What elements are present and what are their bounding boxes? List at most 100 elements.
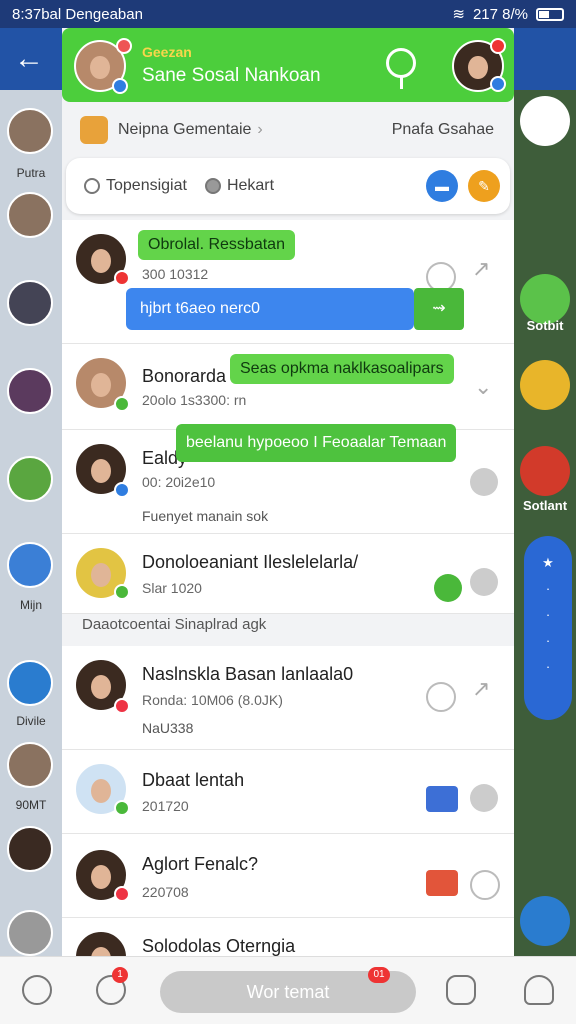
- header-subtitle: Geezan: [142, 44, 192, 60]
- toast-message: Seas opkma naklkasoalipars: [230, 354, 454, 384]
- chevron-right-icon: ›: [257, 121, 263, 138]
- battery-icon: [536, 7, 564, 21]
- tab-label: Hekart: [226, 177, 275, 194]
- bottom-navigation: 1 Wor temat 01: [0, 956, 576, 1024]
- edit-icon[interactable]: [470, 784, 498, 812]
- status-badge: [114, 396, 130, 412]
- apps-icon[interactable]: [446, 975, 476, 1005]
- chevron-down-icon[interactable]: ⌄: [474, 374, 492, 400]
- contact-name: Aglort Fenalc?: [142, 854, 259, 874]
- action-button[interactable]: ⇝: [414, 288, 464, 330]
- edit-icon[interactable]: ✎: [468, 170, 500, 202]
- contact-name: Dbaat lentah: [142, 770, 245, 790]
- list-item[interactable]: Naslnskla Basan lanlaala0 Ronda: 10M06 (…: [62, 646, 514, 750]
- notification-badge: 1: [112, 967, 128, 983]
- row-meta: Ronda: 10M06 (8.0JK): [142, 692, 283, 708]
- back-arrow-icon[interactable]: ←: [14, 42, 44, 76]
- row-extra: NaU338: [142, 720, 194, 736]
- contact-name: Donoloeaniant Ileslelelarla/: [142, 552, 359, 572]
- list-item[interactable]: Dbaat lentah 201720: [62, 750, 514, 834]
- list-item[interactable]: Solodolas Oterngia: [62, 918, 514, 960]
- status-bar: 8:37bal Dengeaban ≋ 217 8/%: [0, 0, 576, 28]
- row-meta: Slar 1020: [142, 580, 202, 596]
- compose-icon[interactable]: [520, 96, 570, 146]
- left-rail: Putra Mijn Divile 90MT: [0, 90, 62, 960]
- rail-app-icon[interactable]: [7, 660, 53, 706]
- helmet-icon: [80, 116, 108, 144]
- toolbox-icon[interactable]: [426, 870, 458, 896]
- rail-label: 90MT: [15, 798, 47, 812]
- subnav-right[interactable]: Pnafa Gsahae: [392, 121, 494, 139]
- refresh-icon[interactable]: [434, 574, 462, 602]
- subnav-left[interactable]: Neipna Gementaie: [118, 121, 251, 139]
- chat-panel: Geezan Sane Sosal Nankoan Neipna Gementa…: [62, 28, 514, 960]
- sub-navigation: Neipna Gementaie › Pnafa Gsahae: [62, 104, 514, 156]
- toast-message: beelanu hypoeoo I Feoaalar Temaan: [176, 424, 457, 462]
- row-meta: 220708: [142, 884, 189, 900]
- row-meta: 201720: [142, 798, 189, 814]
- clock-icon[interactable]: [470, 870, 500, 900]
- notification-badge: 01: [368, 967, 390, 983]
- contact-name: Solodolas Oterngia: [142, 936, 296, 956]
- signal-text: 217 8/%: [472, 5, 528, 23]
- edit-icon[interactable]: [470, 568, 498, 596]
- rail-label: Divile: [16, 714, 46, 728]
- rail-avatar[interactable]: [7, 826, 53, 872]
- right-rail: Sotbit Sotlant ★ · · · ·: [514, 90, 576, 960]
- status-badge: [114, 270, 130, 286]
- rail-avatar[interactable]: [7, 192, 53, 238]
- rail-app-icon[interactable]: [7, 542, 53, 588]
- rail-app-icon[interactable]: [7, 456, 53, 502]
- tab-label: Topensigiat: [106, 177, 187, 194]
- share-icon[interactable]: ↗: [472, 676, 490, 702]
- rr-label: Sotlant: [522, 498, 568, 513]
- radio-icon: [204, 178, 221, 194]
- rr-label: Sotbit: [526, 318, 564, 333]
- home-icon[interactable]: [22, 975, 52, 1005]
- rail-avatar[interactable]: [7, 280, 53, 326]
- list-item[interactable]: Aglort Fenalc? 220708: [62, 834, 514, 918]
- rail-label: Mijn: [19, 598, 42, 612]
- list-item[interactable]: Donoloeaniant Ileslelelarla/ Slar 1020: [62, 534, 514, 614]
- tab-hekart[interactable]: Hekart: [204, 177, 275, 195]
- contact-name: Naslnskla Basan lanlaala0: [142, 664, 354, 684]
- rail-label: Putra: [16, 166, 46, 180]
- edit-icon[interactable]: [470, 468, 498, 496]
- user-icon[interactable]: [524, 975, 554, 1005]
- toolbox-icon[interactable]: [426, 786, 458, 812]
- toast-message: Obrolal. Ressbatan: [138, 230, 295, 260]
- status-badge: [114, 482, 130, 498]
- page-title: Sane Sosal Nankoan: [142, 65, 321, 86]
- rail-avatar[interactable]: [7, 742, 53, 788]
- row-meta: 20olo 1s3300: rn: [142, 392, 247, 408]
- rail-avatar[interactable]: [7, 108, 53, 154]
- status-badge: [116, 38, 132, 54]
- info-bar[interactable]: hjbrt t6aeo nerc0: [126, 288, 414, 330]
- status-badge: [114, 584, 130, 600]
- tab-topensigiat[interactable]: Topensigiat: [84, 177, 187, 195]
- rail-avatar[interactable]: [7, 368, 53, 414]
- status-time-title: 8:37bal Dengeaban: [12, 5, 143, 23]
- side-panel[interactable]: ★ · · · ·: [524, 536, 572, 720]
- status-badge: [114, 698, 130, 714]
- rail-app-icon[interactable]: [7, 910, 53, 956]
- panel-header: Geezan Sane Sosal Nankoan: [62, 28, 514, 102]
- radio-icon: [84, 178, 100, 194]
- game-app-icon[interactable]: [520, 360, 570, 410]
- chat-bubble-icon[interactable]: [426, 682, 456, 712]
- status-badge: [114, 800, 130, 816]
- video-icon[interactable]: ▬: [426, 170, 458, 202]
- search-icon[interactable]: [386, 48, 416, 89]
- tab-bar: Topensigiat Hekart ▬ ✎: [66, 158, 510, 214]
- wifi-icon: ≋: [452, 6, 465, 23]
- game-app-icon[interactable]: [520, 446, 570, 496]
- edit-icon[interactable]: [520, 896, 570, 946]
- share-icon[interactable]: ↗: [472, 256, 490, 282]
- contact-name: Bonorarda: [142, 366, 227, 386]
- status-badge: [112, 78, 128, 94]
- pill-label: Wor temat: [246, 982, 330, 1002]
- row-extra: Fuenyet manain sok: [142, 508, 269, 524]
- row-meta: 00: 20i2e10: [142, 474, 216, 490]
- status-badge: [490, 76, 506, 92]
- game-app-icon[interactable]: [520, 274, 570, 324]
